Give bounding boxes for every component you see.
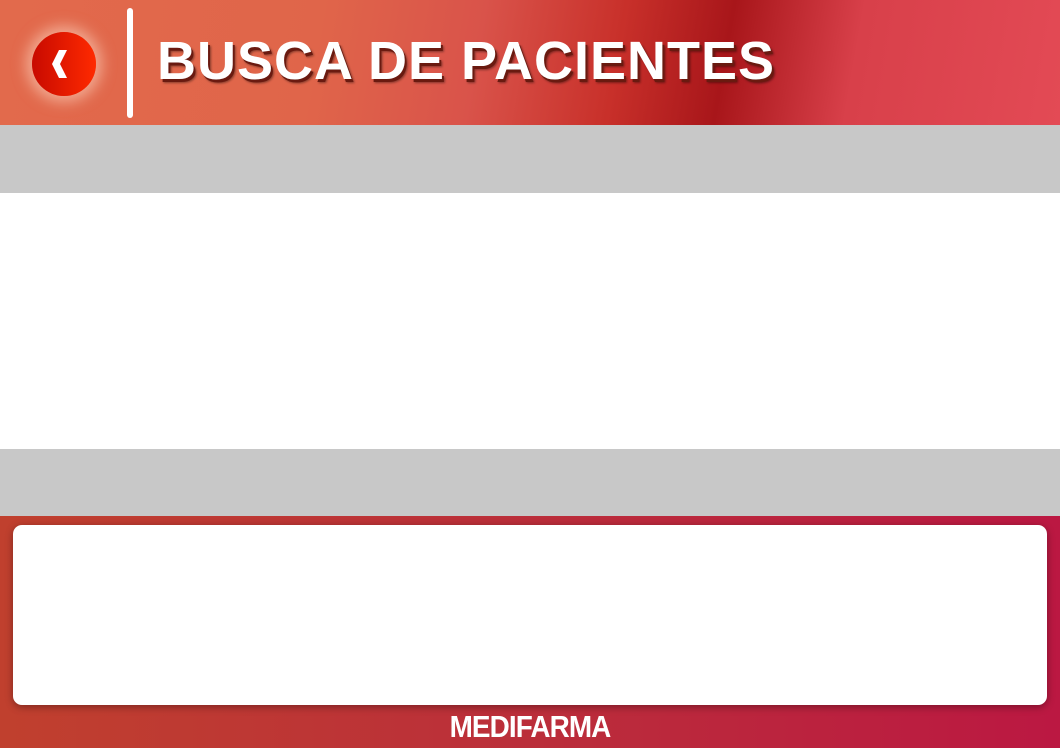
page-title: BUSCA DE PACIENTES (157, 31, 776, 91)
brand-logo: MEDIFARMA (449, 709, 612, 744)
footer-card (13, 525, 1047, 705)
top-band (0, 125, 1060, 193)
footer: MEDIFARMA (0, 516, 1060, 748)
content-area (0, 193, 1060, 449)
back-button[interactable] (32, 32, 96, 96)
chevron-left-icon (52, 50, 67, 78)
header: BUSCA DE PACIENTES (0, 0, 1060, 125)
header-divider (127, 8, 133, 118)
bottom-band (0, 449, 1060, 516)
